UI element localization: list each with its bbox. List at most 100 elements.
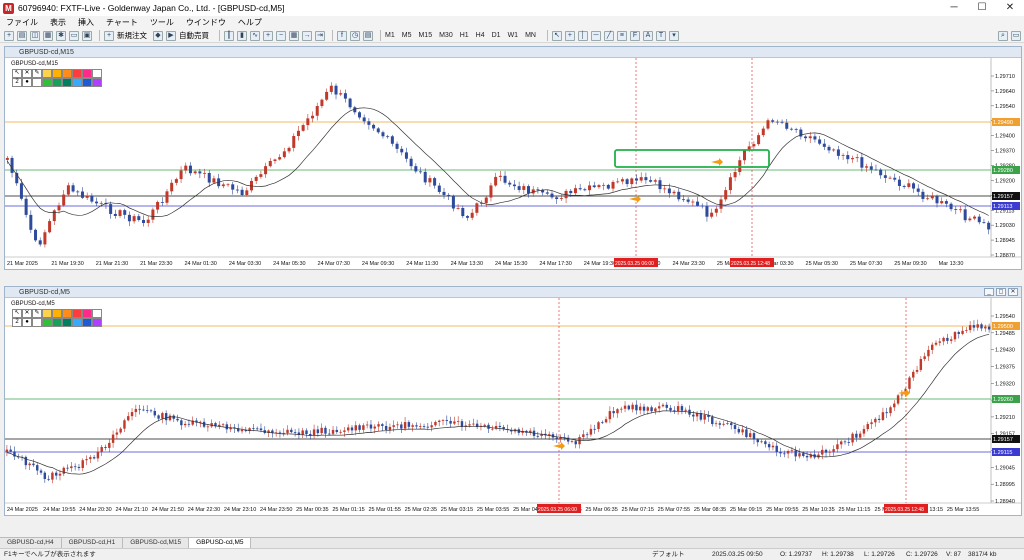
color-swatch[interactable] — [72, 309, 82, 318]
color-swatch[interactable] — [42, 78, 52, 87]
strategy-tester-icon[interactable]: ▣ — [82, 30, 92, 41]
metaeditor-icon[interactable]: ◆ — [153, 30, 163, 41]
color-swatch[interactable] — [72, 69, 82, 78]
timeframe-d1[interactable]: D1 — [492, 32, 501, 39]
maximize-button[interactable]: ☐ — [968, 0, 996, 16]
chart-window-m15[interactable]: GBPUSD-cd,M15 1.29710 1.29640 1.29540 1.294… — [4, 46, 1022, 270]
chart-canvas-m15[interactable]: 1.297101.296401.295401.294801.294001.293… — [5, 58, 1021, 269]
indicators-icon[interactable]: f — [337, 30, 347, 41]
menu-chart[interactable]: チャート — [106, 17, 138, 28]
color-swatch[interactable] — [42, 69, 52, 78]
candlestick-icon[interactable]: ▮ — [237, 30, 247, 41]
color-swatch[interactable] — [62, 78, 72, 87]
delete-tool[interactable]: ✕ — [22, 69, 32, 78]
chart-window-m5[interactable]: GBPUSD-cd,M5 _ ◻ ✕ 1.29540 1.29485 1.29430… — [4, 286, 1022, 516]
label-icon[interactable]: T — [655, 30, 666, 41]
timeframe-mn[interactable]: MN — [525, 32, 536, 39]
chart-restore-button[interactable]: ◻ — [996, 288, 1006, 296]
color-swatch[interactable] — [52, 318, 62, 327]
color-palette[interactable]: ↖ ✕ ✎ 2 ● — [12, 309, 102, 327]
color-swatch[interactable] — [52, 78, 62, 87]
color-swatch[interactable] — [72, 318, 82, 327]
templates-icon[interactable]: ▤ — [363, 30, 373, 41]
new-order-button[interactable]: 新規注文 — [117, 30, 147, 41]
timeframe-m1[interactable]: M1 — [385, 32, 395, 39]
tab-gbpusd-h1[interactable]: GBPUSD-cd,H1 — [62, 538, 124, 548]
chart-close-button[interactable]: ✕ — [1008, 288, 1018, 296]
vertical-line-icon[interactable]: │ — [577, 30, 588, 41]
new-chart-icon[interactable]: + — [4, 30, 14, 41]
menu-help[interactable]: ヘルプ — [238, 17, 262, 28]
draw-tool[interactable]: ✎ — [32, 69, 42, 78]
color-swatch[interactable] — [52, 309, 62, 318]
terminal-icon[interactable]: ▭ — [69, 30, 79, 41]
color-swatch[interactable] — [82, 318, 92, 327]
zoom-in-icon[interactable]: + — [263, 30, 273, 41]
chat-icon[interactable]: ▭ — [1011, 30, 1021, 41]
timeframe-w1[interactable]: W1 — [508, 32, 519, 39]
text-icon[interactable]: A — [642, 30, 653, 41]
color-swatch[interactable] — [92, 69, 102, 78]
timeframe-h1[interactable]: H1 — [460, 32, 469, 39]
bar-chart-icon[interactable]: ┃ — [224, 30, 234, 41]
timeframe-m15[interactable]: M15 — [418, 32, 432, 39]
channel-icon[interactable]: ≡ — [616, 30, 627, 41]
dot-tool[interactable]: ● — [22, 318, 32, 327]
color-swatch[interactable] — [82, 69, 92, 78]
fibonacci-icon[interactable]: F — [629, 30, 640, 41]
periods-icon[interactable]: ◷ — [350, 30, 360, 41]
timeframe-h4[interactable]: H4 — [476, 32, 485, 39]
chart-shift-icon[interactable]: ⇥ — [315, 30, 325, 41]
tile-windows-icon[interactable]: ▦ — [289, 30, 299, 41]
minimize-button[interactable]: ─ — [940, 0, 968, 16]
tab-gbpusd-m5[interactable]: GBPUSD-cd,M5 — [189, 538, 252, 548]
tab-gbpusd-m15[interactable]: GBPUSD-cd,M15 — [123, 538, 190, 548]
color-swatch[interactable] — [92, 309, 102, 318]
color-swatch[interactable] — [62, 69, 72, 78]
blank-swatch[interactable] — [32, 78, 42, 87]
color-swatch[interactable] — [52, 69, 62, 78]
menu-view[interactable]: 表示 — [50, 17, 66, 28]
color-palette[interactable]: ↖ ✕ ✎ 2 ● — [12, 69, 102, 87]
chart-canvas-m5[interactable]: 1.29540 1.29485 1.29430 1.29375 1.29320 1.292… — [5, 298, 1021, 515]
cursor-tool[interactable]: ↖ — [12, 309, 22, 318]
auto-trade-icon[interactable]: ▶ — [166, 30, 176, 41]
color-swatch[interactable] — [72, 78, 82, 87]
color-swatch[interactable] — [92, 78, 102, 87]
color-swatch[interactable] — [62, 309, 72, 318]
profiles-icon[interactable]: ▤ — [17, 30, 27, 41]
dot-tool[interactable]: ● — [22, 78, 32, 87]
menu-tools[interactable]: ツール — [150, 17, 174, 28]
color-swatch[interactable] — [62, 318, 72, 327]
search-icon[interactable]: ⌕ — [998, 30, 1008, 41]
color-swatch[interactable] — [42, 309, 52, 318]
tab-gbpusd-h4[interactable]: GBPUSD-cd,H4 — [0, 538, 62, 548]
crosshair-icon[interactable]: + — [564, 30, 575, 41]
draw-tool[interactable]: ✎ — [32, 309, 42, 318]
data-window-icon[interactable]: ▦ — [43, 30, 53, 41]
color-swatch[interactable] — [82, 309, 92, 318]
line-chart-icon[interactable]: ∿ — [250, 30, 260, 41]
horizontal-line-icon[interactable]: ─ — [590, 30, 601, 41]
blank-swatch[interactable] — [32, 318, 42, 327]
market-watch-icon[interactable]: ◫ — [30, 30, 40, 41]
navigator-icon[interactable]: ✱ — [56, 30, 66, 41]
menu-file[interactable]: ファイル — [6, 17, 38, 28]
cursor-tool[interactable]: ↖ — [12, 69, 22, 78]
color-swatch[interactable] — [82, 78, 92, 87]
cursor-icon[interactable]: ↖ — [551, 30, 562, 41]
chart-minimize-button[interactable]: _ — [984, 288, 994, 296]
menu-window[interactable]: ウインドウ — [186, 17, 226, 28]
new-order-icon[interactable]: + — [104, 30, 114, 41]
color-swatch[interactable] — [42, 318, 52, 327]
menu-insert[interactable]: 挿入 — [78, 17, 94, 28]
timeframe-m5[interactable]: M5 — [402, 32, 412, 39]
delete-tool[interactable]: ✕ — [22, 309, 32, 318]
zoom-out-icon[interactable]: − — [276, 30, 286, 41]
autoscroll-icon[interactable]: → — [302, 30, 312, 41]
line-width-tool[interactable]: 2 — [12, 318, 22, 327]
auto-trade-button[interactable]: 自動売買 — [179, 30, 209, 41]
close-button[interactable]: ✕ — [996, 0, 1024, 16]
color-swatch[interactable] — [92, 318, 102, 327]
line-width-tool[interactable]: 2 — [12, 78, 22, 87]
